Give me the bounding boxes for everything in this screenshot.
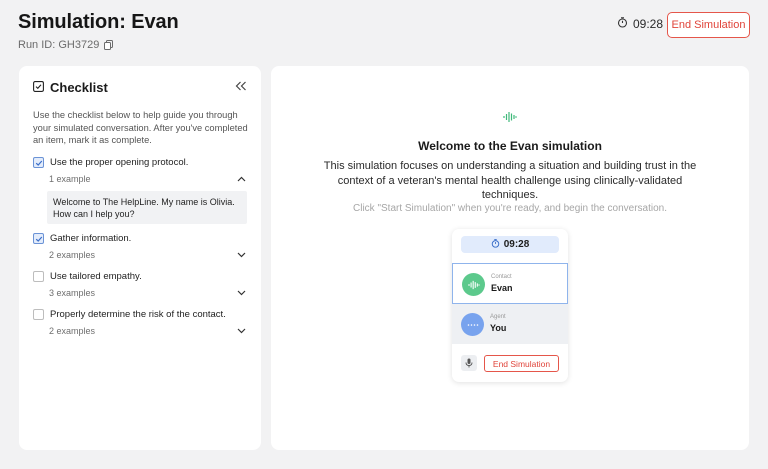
main-panel: Welcome to the Evan simulation This simu…	[271, 66, 749, 450]
examples-count: 2 examples	[49, 250, 96, 260]
double-chevron-left-icon[interactable]	[235, 79, 247, 94]
stopwatch-icon	[491, 238, 500, 251]
checklist-panel: Checklist Use the checklist below to hel…	[19, 66, 261, 450]
dots-icon	[467, 323, 478, 326]
checklist-icon	[33, 80, 44, 95]
checklist-item-label: Use the proper opening protocol.	[50, 157, 189, 168]
start-hint: Click "Start Simulation" when you're rea…	[353, 203, 667, 214]
avatar	[462, 273, 485, 296]
run-id: Run ID: GH3729	[18, 39, 114, 51]
page-title: Simulation: Evan	[18, 11, 179, 33]
welcome-title: Welcome to the Evan simulation	[418, 139, 602, 153]
checklist-item: Use the proper opening protocol. 1 examp…	[33, 157, 247, 184]
checklist-description: Use the checklist below to help guide yo…	[33, 110, 248, 145]
timer-text: 09:28	[633, 17, 664, 31]
example-text: Welcome to The HelpLine. My name is Oliv…	[47, 191, 247, 224]
checklist-item: Gather information. 2 examples	[33, 233, 247, 260]
microphone-icon[interactable]	[461, 355, 477, 371]
examples-count: 2 examples	[49, 326, 96, 336]
checkbox[interactable]	[33, 233, 44, 244]
preview-timer-text: 09:28	[503, 239, 530, 250]
timer: 09:28	[617, 17, 663, 31]
checkbox-check-icon	[35, 160, 42, 166]
checklist-item: Properly determine the risk of the conta…	[33, 309, 247, 336]
stopwatch-icon	[617, 17, 628, 31]
chevron-down-icon[interactable]	[235, 250, 247, 260]
checkbox[interactable]	[33, 271, 44, 282]
run-id-text: Run ID: GH3729	[18, 39, 100, 51]
contact-role: Contact	[491, 274, 512, 280]
simulation-preview-card: 09:28 Contact Evan Agent You End Simulat…	[452, 229, 568, 382]
chevron-down-icon[interactable]	[235, 326, 247, 336]
preview-end-simulation-button[interactable]: End Simulation	[484, 355, 559, 372]
preview-timer: 09:28	[461, 236, 559, 253]
chevron-down-icon[interactable]	[235, 288, 247, 298]
waveform-icon	[467, 280, 480, 289]
waveform-icon	[503, 110, 517, 128]
simulation-description: This simulation focuses on understanding…	[323, 160, 697, 201]
examples-count: 1 example	[49, 174, 91, 184]
checklist-title: Checklist	[50, 80, 108, 95]
agent-row: Agent You	[452, 304, 568, 344]
contact-row: Contact Evan	[452, 263, 568, 304]
copy-icon[interactable]	[104, 40, 114, 50]
checklist-header: Checklist	[33, 80, 108, 95]
agent-role: Agent	[490, 314, 506, 320]
avatar	[461, 313, 484, 336]
preview-controls: End Simulation	[452, 344, 568, 382]
checkbox-check-icon	[35, 236, 42, 242]
chevron-up-icon[interactable]	[235, 174, 247, 184]
checklist-item: Use tailored empathy. 3 examples	[33, 271, 247, 298]
checklist-item-label: Properly determine the risk of the conta…	[50, 309, 226, 320]
checkbox[interactable]	[33, 309, 44, 320]
checkbox[interactable]	[33, 157, 44, 168]
end-simulation-button[interactable]: End Simulation	[667, 12, 750, 38]
contact-name: Evan	[491, 283, 513, 293]
agent-name: You	[490, 323, 507, 333]
checklist-item-label: Use tailored empathy.	[50, 271, 142, 282]
checklist-item-label: Gather information.	[50, 233, 132, 244]
examples-count: 3 examples	[49, 288, 96, 298]
